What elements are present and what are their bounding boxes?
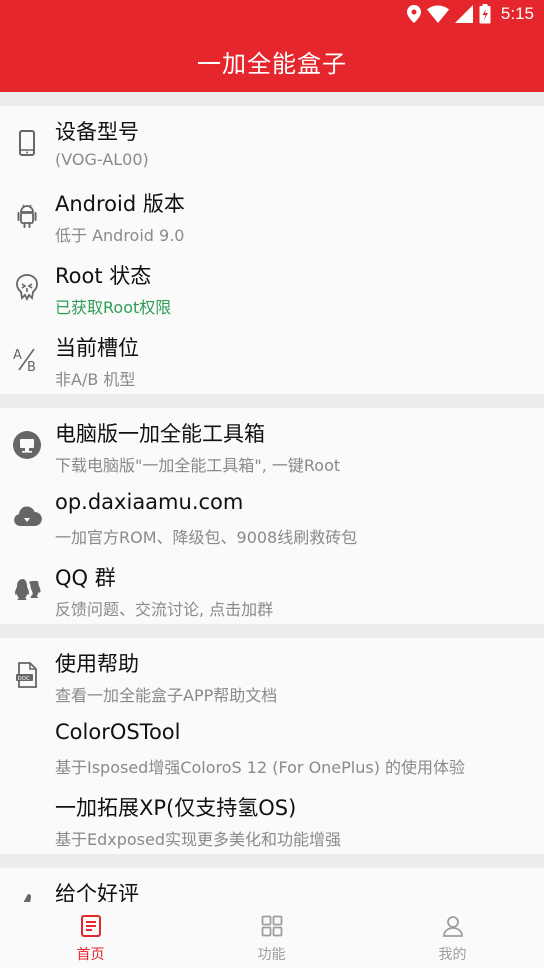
item-subtitle: (VOG-AL00) xyxy=(55,150,149,169)
grid-icon xyxy=(260,914,284,938)
svg-text:DOC: DOC xyxy=(18,676,31,682)
list-item-root-status[interactable]: Root 状态 已获取Root权限 xyxy=(0,250,544,322)
cloud-download-icon xyxy=(12,502,42,532)
item-subtitle: 反馈问题、交流讨论, 点击加群 xyxy=(55,600,274,619)
app-title: 一加全能盒子 xyxy=(197,49,347,78)
item-subtitle: 基于Isposed增强ColoroS 12 (For OnePlus) 的使用体… xyxy=(55,758,466,777)
root-icon xyxy=(12,272,42,302)
nav-profile[interactable]: 我的 xyxy=(362,902,543,968)
item-subtitle: 低于 Android 9.0 xyxy=(55,226,185,245)
doc-icon: DOC xyxy=(12,660,42,690)
status-time: 5:15 xyxy=(500,4,534,23)
app-bar: 一加全能盒子 xyxy=(0,30,544,92)
nav-label: 我的 xyxy=(438,947,467,963)
qq-icon xyxy=(12,574,42,604)
list-item-website[interactable]: op.daxiaamu.com 一加官方ROM、降级包、9008线刷救砖包 xyxy=(0,480,544,552)
android-icon xyxy=(12,200,42,230)
status-icons: 5:15 xyxy=(406,4,534,24)
item-subtitle: 下载电脑版"一加全能工具箱", 一键Root xyxy=(55,456,341,475)
list-item-colorostool[interactable]: ColorOSTool 基于Isposed增强ColoroS 12 (For O… xyxy=(0,710,544,782)
status-bar: 5:15 xyxy=(0,0,544,30)
list-item-rate[interactable]: 给个好评 xyxy=(0,868,544,902)
item-title: 电脑版一加全能工具箱 xyxy=(55,422,265,446)
rating-card: 给个好评 xyxy=(0,868,544,902)
main-list[interactable]: 设备型号 (VOG-AL00) Android 版本 低于 Android 9.… xyxy=(0,92,544,902)
device-info-card: 设备型号 (VOG-AL00) Android 版本 低于 Android 9.… xyxy=(0,106,544,394)
list-item-help[interactable]: DOC 使用帮助 查看一加全能盒子APP帮助文档 xyxy=(0,638,544,710)
nav-label: 功能 xyxy=(257,947,286,963)
item-title: 当前槽位 xyxy=(55,336,139,360)
thumb-up-icon xyxy=(12,890,42,902)
item-title: 一加拓展XP(仅支持氢OS) xyxy=(55,796,297,820)
svg-text:A: A xyxy=(13,348,22,363)
list-item-android-version[interactable]: Android 版本 低于 Android 9.0 xyxy=(0,178,544,250)
battery-icon xyxy=(479,4,491,24)
svg-text:B: B xyxy=(27,360,36,374)
monitor-icon xyxy=(12,430,42,460)
item-title: QQ 群 xyxy=(55,566,116,590)
item-title: Root 状态 xyxy=(55,264,152,288)
list-item-slot[interactable]: AB 当前槽位 非A/B 机型 xyxy=(0,322,544,394)
item-subtitle: 基于Edxposed实现更多美化和功能增强 xyxy=(55,830,342,849)
person-icon xyxy=(441,914,465,938)
item-title: Android 版本 xyxy=(55,192,185,216)
item-title: 给个好评 xyxy=(55,882,139,902)
ab-slot-icon: AB xyxy=(12,344,42,374)
nav-home[interactable]: 首页 xyxy=(0,902,181,968)
item-subtitle: 非A/B 机型 xyxy=(55,370,136,389)
nav-label: 首页 xyxy=(76,947,105,963)
location-icon xyxy=(406,5,421,23)
list-item-xp-extension[interactable]: 一加拓展XP(仅支持氢OS) 基于Edxposed实现更多美化和功能增强 xyxy=(0,782,544,854)
signal-icon xyxy=(454,5,473,23)
item-title: 设备型号 xyxy=(55,120,139,144)
wifi-icon xyxy=(426,5,449,23)
item-title: ColorOSTool xyxy=(55,720,181,744)
nav-features[interactable]: 功能 xyxy=(181,902,362,968)
item-title: 使用帮助 xyxy=(55,652,139,676)
root-status-value: 已获取Root权限 xyxy=(55,298,172,317)
links-card: 电脑版一加全能工具箱 下载电脑版"一加全能工具箱", 一键Root op.dax… xyxy=(0,408,544,624)
list-item-pc-toolbox[interactable]: 电脑版一加全能工具箱 下载电脑版"一加全能工具箱", 一键Root xyxy=(0,408,544,480)
item-subtitle: 一加官方ROM、降级包、9008线刷救砖包 xyxy=(55,528,358,547)
list-item-device-model[interactable]: 设备型号 (VOG-AL00) xyxy=(0,106,544,178)
help-card: DOC 使用帮助 查看一加全能盒子APP帮助文档 ColorOSTool 基于I… xyxy=(0,638,544,854)
list-item-qq-group[interactable]: QQ 群 反馈问题、交流讨论, 点击加群 xyxy=(0,552,544,624)
home-doc-icon xyxy=(79,914,103,938)
phone-icon xyxy=(12,128,42,158)
bottom-nav: 首页 功能 我的 xyxy=(0,902,544,968)
item-title: op.daxiaamu.com xyxy=(55,490,244,514)
item-subtitle: 查看一加全能盒子APP帮助文档 xyxy=(55,686,278,705)
